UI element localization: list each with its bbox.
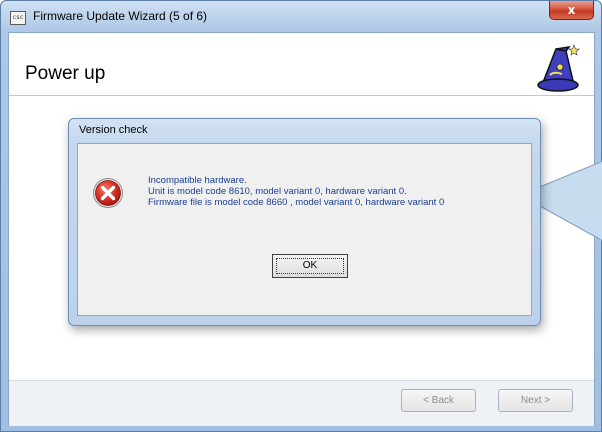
message-line: Firmware file is model code 8660 , model… bbox=[148, 197, 445, 208]
close-button[interactable]: x bbox=[549, 1, 594, 20]
wizard-hat-icon bbox=[537, 44, 580, 92]
next-button[interactable]: Next > bbox=[498, 389, 573, 412]
back-button[interactable]: < Back bbox=[401, 389, 476, 412]
page-title: Power up bbox=[25, 63, 106, 84]
title-bar[interactable]: csc Firmware Update Wizard (5 of 6) x bbox=[1, 1, 601, 33]
ok-button[interactable]: OK bbox=[272, 254, 348, 278]
error-icon bbox=[93, 178, 123, 208]
error-message: Incompatible hardware. Unit is model cod… bbox=[148, 175, 444, 208]
version-check-dialog: Version check Incompatible hardware. Uni… bbox=[68, 118, 541, 326]
app-icon[interactable]: csc bbox=[10, 11, 26, 25]
ok-label: OK bbox=[302, 260, 318, 271]
message-line: Incompatible hardware. bbox=[148, 175, 247, 186]
dialog-body: Incompatible hardware. Unit is model cod… bbox=[77, 143, 532, 316]
dialog-title: Version check bbox=[79, 124, 148, 136]
message-line: Unit is model code 8610, model variant 0… bbox=[148, 186, 407, 197]
window-title: Firmware Update Wizard (5 of 6) bbox=[33, 9, 208, 23]
wizard-window: csc Firmware Update Wizard (5 of 6) x Po… bbox=[0, 0, 602, 432]
